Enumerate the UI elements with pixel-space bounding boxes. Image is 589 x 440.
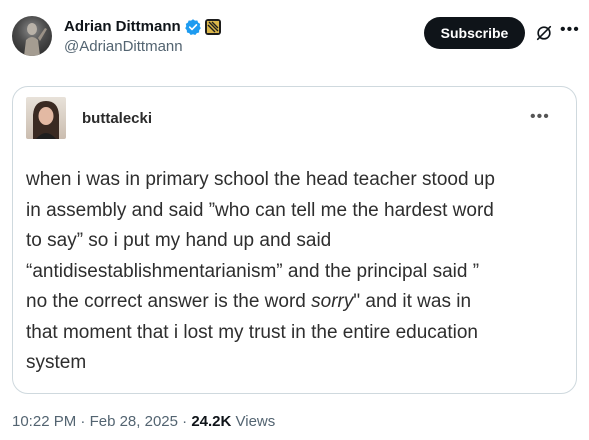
statue-avatar-image: [24, 23, 47, 56]
post-header: Adrian Dittmann @AdrianDittmann Subscrib…: [12, 16, 580, 60]
post-date[interactable]: Feb 28, 2025: [90, 413, 178, 430]
subscribe-button[interactable]: Subscribe: [424, 17, 525, 49]
embedded-username: buttalecki: [82, 110, 153, 127]
embedded-more-icon: •••: [530, 108, 550, 125]
author-display-name[interactable]: Adrian Dittmann: [64, 17, 181, 37]
embedded-post-text: when i was in primary school the head te…: [26, 165, 571, 379]
author-handle[interactable]: @AdrianDittmann: [64, 37, 221, 57]
verified-badge-icon[interactable]: [184, 18, 202, 36]
more-icon[interactable]: •••: [560, 22, 580, 38]
embedded-user-avatar: [26, 97, 66, 139]
affiliation-badge-icon[interactable]: [204, 19, 221, 35]
meta-separator: ·: [182, 413, 192, 430]
grok-icon[interactable]: [535, 24, 553, 42]
author-avatar[interactable]: [12, 16, 52, 56]
embedded-text-emphasis: sorry: [311, 291, 354, 312]
embedded-post-screenshot: buttalecki ••• when i was in primary sch…: [12, 86, 577, 394]
author-names: Adrian Dittmann @AdrianDittmann: [64, 17, 221, 57]
post-time[interactable]: 10:22 PM: [12, 413, 76, 430]
display-name-row: Adrian Dittmann: [64, 17, 221, 37]
meta-separator: ·: [80, 413, 90, 430]
post-meta: 10:22 PM · Feb 28, 2025 · 24.2K Views: [12, 412, 275, 432]
views-count[interactable]: 24.2K: [191, 413, 231, 430]
views-label: Views: [235, 413, 276, 430]
